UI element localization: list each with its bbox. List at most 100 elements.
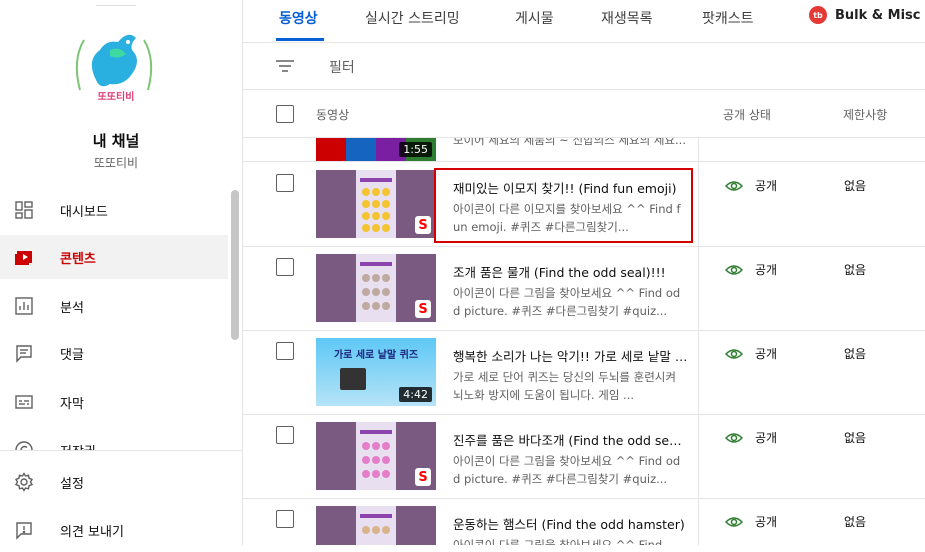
bulk-logo-icon: tb bbox=[809, 6, 827, 24]
content-icon bbox=[13, 246, 35, 268]
nav-item-subtitles[interactable]: 자막 bbox=[0, 380, 228, 424]
visibility-label: 공개 bbox=[755, 263, 778, 277]
restrictions-value: 없음 bbox=[844, 263, 867, 277]
restrictions-value: 없음 bbox=[844, 515, 867, 529]
row-checkbox[interactable] bbox=[276, 174, 294, 192]
nav-label-feedback: 의견 보내기 bbox=[60, 524, 124, 540]
video-thumbnail[interactable]: 가로 세로 낱말 퀴즈 4:42 bbox=[316, 338, 436, 406]
restrictions-value: 없음 bbox=[844, 347, 867, 361]
nav-label-content: 콘텐츠 bbox=[60, 251, 96, 267]
sidebar-scrollbar[interactable] bbox=[231, 190, 239, 340]
restrictions-value: 없음 bbox=[844, 179, 867, 193]
video-desc: 가로 세로 단어 퀴즈는 당신의 두뇌를 훈련시켜 뇌노화 방지에 도움이 됩니… bbox=[453, 370, 676, 402]
gear-icon bbox=[13, 471, 35, 493]
thumbnail-phone bbox=[356, 422, 396, 490]
video-thumbnail[interactable] bbox=[316, 506, 436, 545]
sidebar-divider-top bbox=[96, 5, 136, 6]
video-title[interactable]: 조개 품은 물개 (Find the odd seal)!!! bbox=[453, 262, 689, 281]
nav-item-settings[interactable]: 설정 bbox=[0, 460, 228, 504]
video-title[interactable]: 운동하는 햄스터 (Find the odd hamster) bbox=[453, 514, 689, 533]
eye-icon bbox=[725, 180, 743, 191]
subtitles-icon bbox=[13, 391, 35, 413]
thumbnail-phone bbox=[356, 506, 396, 545]
tab-bar: 동영상 실시간 스트리밍 게시물 재생목록 팟캐스트 tb Bulk & Mis… bbox=[243, 0, 925, 43]
shorts-icon: S bbox=[415, 468, 431, 486]
tab-podcasts[interactable]: 팟캐스트 bbox=[702, 8, 754, 28]
sidebar: 또또티비 내 채널 또또티비 대시보드 콘텐츠 분석 댓글 자막 설정 의견 보… bbox=[0, 0, 242, 545]
dashboard-icon bbox=[13, 199, 35, 221]
channel-name: 또또티비 bbox=[93, 156, 139, 170]
nav-item-dashboard[interactable]: 대시보드 bbox=[0, 188, 228, 232]
table-row[interactable]: S 진주를 품은 바다조개 (Find the odd seashell) 아이… bbox=[243, 414, 925, 499]
content-panel: 동영상 실시간 스트리밍 게시물 재생목록 팟캐스트 tb Bulk & Mis… bbox=[242, 0, 925, 545]
nav-item-analytics[interactable]: 분석 bbox=[0, 284, 228, 328]
analytics-icon bbox=[13, 295, 35, 317]
table-row[interactable]: S 조개 품은 물개 (Find the odd seal)!!! 아이콘이 다… bbox=[243, 246, 925, 331]
tab-live[interactable]: 실시간 스트리밍 bbox=[365, 8, 460, 28]
tab-videos[interactable]: 동영상 bbox=[279, 8, 318, 28]
visibility-label: 공개 bbox=[755, 515, 778, 529]
visibility-status[interactable]: 공개 bbox=[725, 513, 777, 530]
feedback-icon bbox=[13, 519, 35, 541]
nav-item-copyright[interactable]: 저작권 bbox=[0, 428, 228, 450]
nav-label-settings: 설정 bbox=[60, 476, 84, 492]
row-checkbox[interactable] bbox=[276, 258, 294, 276]
piano-icon bbox=[340, 368, 366, 390]
video-thumbnail[interactable]: 1:55 bbox=[316, 138, 436, 161]
eye-icon bbox=[725, 348, 743, 359]
shorts-icon: S bbox=[415, 216, 431, 234]
video-title[interactable]: 진주를 품은 바다조개 (Find the odd seashell) bbox=[453, 430, 689, 449]
eye-icon bbox=[725, 516, 743, 527]
nav-item-content[interactable]: 콘텐츠 bbox=[0, 235, 228, 279]
video-thumbnail[interactable]: S bbox=[316, 170, 436, 238]
nav-overflow-clip: 저작권 bbox=[0, 428, 228, 450]
nav-label-subtitles: 자막 bbox=[60, 396, 84, 412]
table-header: 동영상 공개 상태 제한사항 bbox=[243, 90, 925, 138]
bulk-button-label: Bulk & Misc T bbox=[835, 7, 925, 23]
table-row-partial[interactable]: 1:55 모이어 세요의 세품의 ~ 신합의스 세요의 세요... bbox=[243, 138, 925, 162]
header-restrictions[interactable]: 제한사항 bbox=[843, 106, 887, 123]
filter-icon[interactable] bbox=[275, 58, 295, 74]
visibility-status[interactable]: 공개 bbox=[725, 177, 777, 194]
video-title[interactable]: 행복한 소리가 나는 악기!! 가로 세로 낱말 퀴즈 bbox=[453, 346, 689, 365]
table-row[interactable]: 운동하는 햄스터 (Find the odd hamster) 아이콘이 다른 … bbox=[243, 498, 925, 545]
eye-icon bbox=[725, 264, 743, 275]
nav-label-copyright: 저작권 bbox=[60, 441, 96, 451]
nav-label-analytics: 분석 bbox=[60, 300, 84, 316]
row-checkbox[interactable] bbox=[276, 342, 294, 360]
video-thumbnail[interactable]: S bbox=[316, 254, 436, 322]
table-row[interactable]: 가로 세로 낱말 퀴즈 4:42 행복한 소리가 나는 악기!! 가로 세로 낱… bbox=[243, 330, 925, 415]
video-desc: 아이콘이 다른 그림을 찾아보세요 ^^ Find odd picture. #… bbox=[453, 454, 681, 486]
visibility-status[interactable]: 공개 bbox=[725, 261, 777, 278]
channel-title: 내 채널 bbox=[92, 132, 140, 150]
visibility-status[interactable]: 공개 bbox=[725, 345, 777, 362]
nav-label-dashboard: 대시보드 bbox=[60, 204, 108, 220]
restrictions-value: 없음 bbox=[844, 431, 867, 445]
nav-item-comments[interactable]: 댓글 bbox=[0, 331, 228, 375]
filter-input[interactable]: 필터 bbox=[329, 57, 355, 77]
thumbnail-phone bbox=[356, 254, 396, 322]
nav-item-feedback[interactable]: 의견 보내기 bbox=[0, 508, 228, 552]
select-all-checkbox[interactable] bbox=[276, 105, 294, 123]
bulk-misc-button[interactable]: tb Bulk & Misc T bbox=[809, 6, 925, 24]
video-thumbnail[interactable]: S bbox=[316, 422, 436, 490]
thumbnail-text: 가로 세로 낱말 퀴즈 bbox=[333, 350, 419, 361]
duration-badge: 4:42 bbox=[399, 387, 432, 402]
tab-playlists[interactable]: 재생목록 bbox=[601, 8, 653, 28]
duration-badge: 1:55 bbox=[399, 142, 432, 157]
visibility-status[interactable]: 공개 bbox=[725, 429, 777, 446]
visibility-label: 공개 bbox=[755, 347, 778, 361]
row-checkbox[interactable] bbox=[276, 510, 294, 528]
row-checkbox[interactable] bbox=[276, 426, 294, 444]
channel-logo-text: 또또티비 bbox=[97, 92, 135, 103]
video-desc: 모이어 세요의 세품의 ~ 신합의스 세요의 세요... bbox=[453, 138, 686, 147]
tab-underline bbox=[276, 38, 324, 41]
filter-bar: 필터 bbox=[243, 43, 925, 90]
tab-posts[interactable]: 게시물 bbox=[515, 8, 554, 28]
shorts-icon: S bbox=[415, 300, 431, 318]
highlight-box bbox=[434, 168, 693, 243]
visibility-label: 공개 bbox=[755, 179, 778, 193]
visibility-label: 공개 bbox=[755, 431, 778, 445]
header-visibility[interactable]: 공개 상태 bbox=[723, 106, 771, 123]
header-video: 동영상 bbox=[316, 108, 350, 122]
